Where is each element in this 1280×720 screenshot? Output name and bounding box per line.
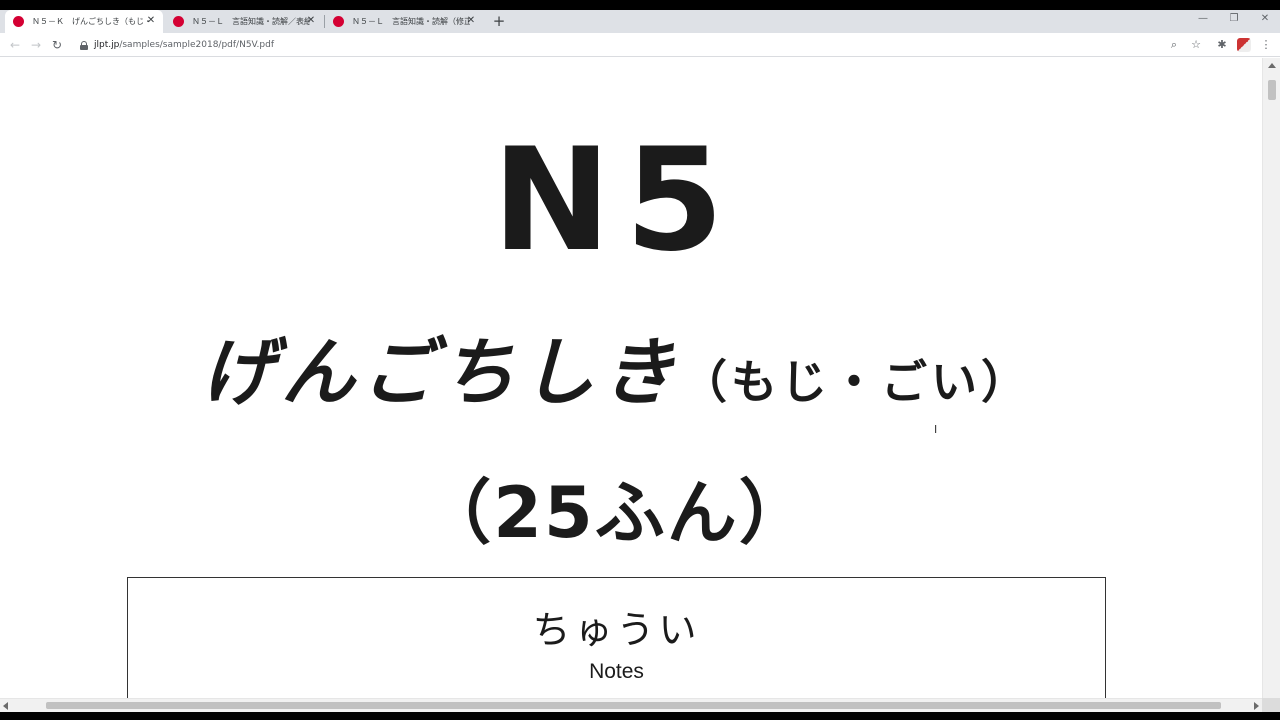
subject-sub: （もじ・ごい）	[681, 355, 1031, 409]
site-favicon-icon	[13, 16, 24, 27]
tab-n5-k[interactable]: Ｎ５－Ｋ げんごちしき（もじ・ごい） ✕	[5, 10, 163, 33]
tab-strip: Ｎ５－Ｋ げんごちしき（もじ・ごい） ✕ Ｎ５－Ｌ 言語知識・読解／表紙 ✕ Ｎ…	[0, 10, 1280, 33]
notes-box: ちゅうい Notes	[127, 577, 1106, 698]
subject-main: げんごちしき	[201, 330, 681, 416]
url-text: jlpt.jp/samples/sample2018/pdf/N5V.pdf	[94, 40, 274, 50]
tab-title: Ｎ５－Ｌ 言語知識・読解（修正）	[352, 17, 470, 26]
tab-close-icon[interactable]: ✕	[305, 15, 317, 27]
minimize-button[interactable]: —	[1196, 12, 1210, 26]
notes-title-jp: ちゅうい	[532, 608, 701, 652]
forward-button[interactable]: →	[29, 37, 43, 53]
tab-close-icon[interactable]: ✕	[465, 15, 477, 27]
tab-title: Ｎ５－Ｌ 言語知識・読解／表紙	[192, 17, 310, 26]
pdf-page: N5 げんごちしき（もじ・ごい） （25ふん） ちゅうい Notes I	[0, 58, 1262, 698]
pdf-viewport[interactable]: N5 げんごちしき（もじ・ごい） （25ふん） ちゅうい Notes I	[0, 58, 1262, 698]
tab-close-icon[interactable]: ✕	[145, 15, 157, 27]
exam-subject-heading: げんごちしき（もじ・ごい）	[0, 336, 1232, 410]
scroll-right-icon[interactable]	[1254, 702, 1259, 710]
text-cursor-icon: I	[934, 423, 938, 436]
vertical-scroll-thumb[interactable]	[1268, 80, 1276, 100]
restore-button[interactable]: ❐	[1227, 12, 1241, 26]
site-favicon-icon	[333, 16, 344, 27]
scroll-left-icon[interactable]	[3, 702, 8, 710]
screen-top-edge	[0, 0, 1280, 10]
window-close-button[interactable]: ✕	[1258, 12, 1272, 26]
url-path: /samples/sample2018/pdf/N5V.pdf	[119, 40, 274, 50]
extensions-puzzle-icon[interactable]: ✱	[1215, 37, 1229, 53]
back-button[interactable]: ←	[8, 37, 22, 53]
browser-toolbar: ← → ↻ jlpt.jp/samples/sample2018/pdf/N5V…	[0, 33, 1280, 57]
screen-bottom-edge	[0, 712, 1280, 720]
browser-window: Ｎ５－Ｋ げんごちしき（もじ・ごい） ✕ Ｎ５－Ｌ 言語知識・読解／表紙 ✕ Ｎ…	[0, 0, 1280, 720]
notes-title-en: Notes	[589, 660, 644, 683]
scrollbar-corner	[1262, 698, 1280, 712]
profile-avatar[interactable]	[1237, 38, 1251, 52]
tab-title: Ｎ５－Ｋ げんごちしき（もじ・ごい）	[32, 17, 150, 26]
address-bar[interactable]: jlpt.jp/samples/sample2018/pdf/N5V.pdf	[72, 35, 1212, 55]
reload-button[interactable]: ↻	[50, 37, 64, 53]
zoom-icon[interactable]: ⌕	[1167, 37, 1181, 53]
tab-n5-l-revised[interactable]: Ｎ５－Ｌ 言語知識・読解（修正） ✕	[325, 10, 483, 33]
scroll-up-icon[interactable]	[1268, 63, 1276, 68]
bookmark-star-icon[interactable]: ☆	[1189, 37, 1203, 53]
browser-menu-icon[interactable]: ⋮	[1259, 37, 1273, 53]
exam-duration: （25ふん）	[421, 472, 811, 554]
tab-n5-l-cover[interactable]: Ｎ５－Ｌ 言語知識・読解／表紙 ✕	[165, 10, 323, 33]
vertical-scrollbar[interactable]	[1262, 58, 1280, 698]
horizontal-scrollbar[interactable]	[0, 698, 1262, 712]
exam-level-heading: N5	[492, 118, 738, 283]
site-favicon-icon	[173, 16, 184, 27]
lock-icon[interactable]	[80, 40, 88, 50]
horizontal-scroll-thumb[interactable]	[46, 702, 1221, 709]
url-host: jlpt.jp	[94, 40, 120, 50]
new-tab-button[interactable]: +	[492, 12, 506, 30]
